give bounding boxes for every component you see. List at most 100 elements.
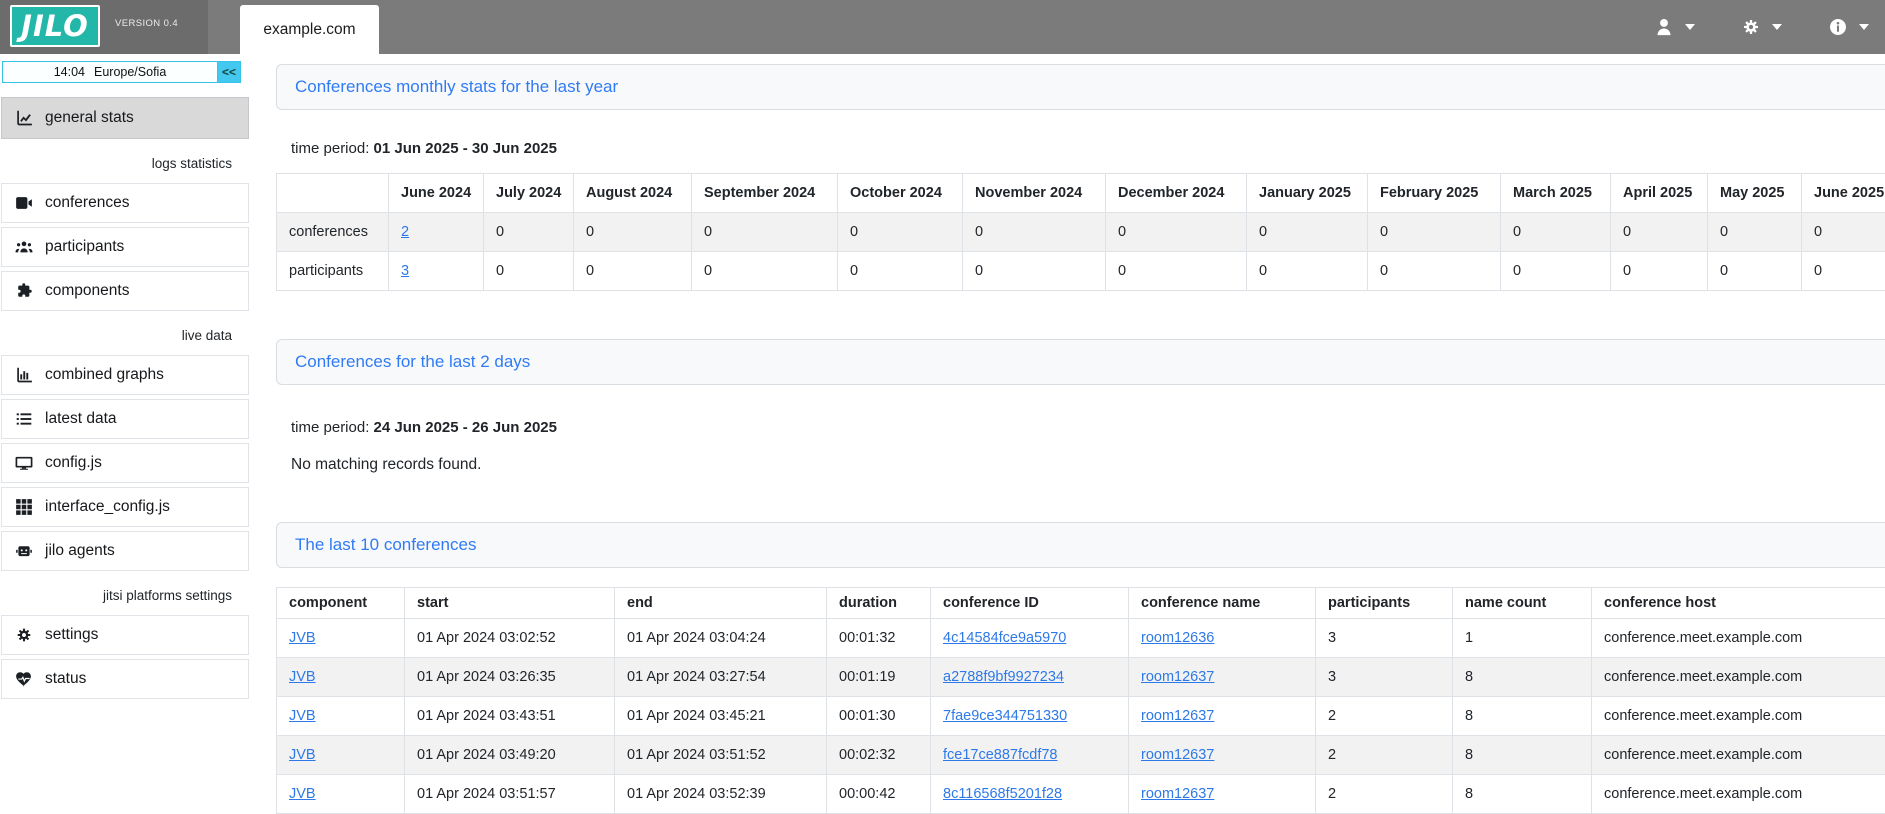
- component-link[interactable]: JVB: [289, 786, 316, 802]
- sidebar-item-label: combined graphs: [45, 366, 164, 384]
- sidebar-item-participants[interactable]: participants: [1, 227, 249, 267]
- monthly-value-cell: 0: [963, 252, 1106, 291]
- table-row: JVB 01 Apr 2024 03:51:57 01 Apr 2024 03:…: [277, 775, 1885, 814]
- monthly-value-cell: 0: [1611, 213, 1708, 252]
- users-icon: [15, 238, 33, 256]
- participants-cell: 3: [1316, 658, 1453, 697]
- participants-cell: 2: [1316, 736, 1453, 775]
- sidebar-item-combined-graphs[interactable]: combined graphs: [1, 355, 249, 395]
- user-menu[interactable]: [1654, 17, 1695, 37]
- monthly-value-cell: 0: [692, 252, 838, 291]
- component-link[interactable]: JVB: [289, 747, 316, 763]
- end-cell: 01 Apr 2024 03:04:24: [615, 619, 827, 658]
- conference-id-cell: 4c14584fce9a5970: [931, 619, 1129, 658]
- sidebar-item-label: config.js: [45, 454, 102, 472]
- time-period-value: 01 Jun 2025 - 30 Jun 2025: [374, 140, 557, 157]
- monthly-stats-table: June 2024July 2024August 2024September 2…: [276, 173, 1885, 291]
- participants-cell: 2: [1316, 697, 1453, 736]
- monthly-value-cell: 0: [1247, 213, 1368, 252]
- name-count-cell: 8: [1453, 697, 1592, 736]
- monthly-value-cell: 0: [1368, 213, 1501, 252]
- sidebar-item-general-stats[interactable]: general stats: [1, 97, 249, 139]
- settings-menu[interactable]: [1741, 17, 1782, 37]
- sidebar-item-label: conferences: [45, 194, 129, 212]
- month-column-header: December 2024: [1106, 174, 1247, 213]
- start-cell: 01 Apr 2024 03:51:57: [405, 775, 615, 814]
- sidebar-item-latest-data[interactable]: latest data: [1, 399, 249, 439]
- table-row: JVB 01 Apr 2024 03:49:20 01 Apr 2024 03:…: [277, 736, 1885, 775]
- conference-id-link[interactable]: 4c14584fce9a5970: [943, 630, 1066, 646]
- monthly-value-cell: 0: [838, 252, 963, 291]
- last10-column-header: start: [405, 588, 615, 619]
- conference-name-cell: room12637: [1129, 775, 1316, 814]
- end-cell: 01 Apr 2024 03:52:39: [615, 775, 827, 814]
- monthly-value-cell: 0: [1802, 252, 1885, 291]
- top-bar: JILO VERSION 0.4 example.com: [0, 0, 1885, 54]
- bar-chart-icon: [15, 366, 33, 384]
- monthly-time-period: time period: 01 Jun 2025 - 30 Jun 2025: [291, 140, 1885, 157]
- chevron-down-icon: [1859, 24, 1869, 30]
- last10-column-header: component: [277, 588, 405, 619]
- monthly-value-cell: 0: [574, 252, 692, 291]
- last-10-conferences-title-link[interactable]: The last 10 conferences: [295, 535, 476, 555]
- robot-icon: [15, 542, 33, 560]
- start-cell: 01 Apr 2024 03:43:51: [405, 697, 615, 736]
- monthly-value-cell: 0: [1501, 252, 1611, 291]
- monthly-header-row: June 2024July 2024August 2024September 2…: [277, 174, 1885, 213]
- participants-count-link[interactable]: 3: [401, 263, 409, 279]
- component-cell: JVB: [277, 775, 405, 814]
- monthly-value-cell: 0: [1501, 213, 1611, 252]
- card-monthly-stats-header: Conferences monthly stats for the last y…: [276, 64, 1885, 110]
- name-count-cell: 8: [1453, 775, 1592, 814]
- sidebar-item-settings[interactable]: settings: [1, 615, 249, 655]
- conference-id-link[interactable]: fce17ce887fcdf78: [943, 747, 1057, 763]
- start-cell: 01 Apr 2024 03:02:52: [405, 619, 615, 658]
- sidebar-item-interface-config-js[interactable]: interface_config.js: [1, 487, 249, 527]
- component-link[interactable]: JVB: [289, 669, 316, 685]
- duration-cell: 00:02:32: [827, 736, 931, 775]
- component-link[interactable]: JVB: [289, 630, 316, 646]
- top-bar-menus: [1654, 0, 1869, 54]
- conference-name-link[interactable]: room12637: [1141, 708, 1214, 724]
- conference-name-cell: room12637: [1129, 736, 1316, 775]
- clock-display: 14:04 Europe/Sofia: [2, 61, 218, 83]
- sidebar-item-components[interactable]: components: [1, 271, 249, 311]
- jilo-logo[interactable]: JILO: [10, 5, 100, 47]
- component-link[interactable]: JVB: [289, 708, 316, 724]
- sidebar-item-label: latest data: [45, 410, 117, 428]
- name-count-cell: 8: [1453, 658, 1592, 697]
- sidebar-item-label: jilo agents: [45, 542, 115, 560]
- row-label: participants: [277, 252, 389, 291]
- conferences-count-link[interactable]: 2: [401, 224, 409, 240]
- sidebar-item-status[interactable]: status: [1, 659, 249, 699]
- monthly-value-cell: 0: [484, 213, 574, 252]
- monthly-value-cell: 0: [1106, 252, 1247, 291]
- monthly-stats-title-link[interactable]: Conferences monthly stats for the last y…: [295, 77, 618, 97]
- conference-id-link[interactable]: a2788f9bf9927234: [943, 669, 1064, 685]
- conference-name-link[interactable]: room12636: [1141, 630, 1214, 646]
- month-column-header: August 2024: [574, 174, 692, 213]
- month-column-header: July 2024: [484, 174, 574, 213]
- collapse-sidebar-button[interactable]: <<: [218, 61, 241, 83]
- last10-column-header: conference ID: [931, 588, 1129, 619]
- last-2-days-title-link[interactable]: Conferences for the last 2 days: [295, 352, 530, 372]
- chevron-down-icon: [1772, 24, 1782, 30]
- conference-name-link[interactable]: room12637: [1141, 747, 1214, 763]
- month-column-header: October 2024: [838, 174, 963, 213]
- month-column-header: April 2025: [1611, 174, 1708, 213]
- conference-name-link[interactable]: room12637: [1141, 669, 1214, 685]
- sidebar-item-config-js[interactable]: config.js: [1, 443, 249, 483]
- sidebar-item-conferences[interactable]: conferences: [1, 183, 249, 223]
- info-menu[interactable]: [1828, 17, 1869, 37]
- participants-cell: 2: [1316, 775, 1453, 814]
- tab-example-com[interactable]: example.com: [240, 5, 379, 54]
- monthly-value-cell: 0: [1247, 252, 1368, 291]
- conference-id-link[interactable]: 7fae9ce344751330: [943, 708, 1067, 724]
- section-label-jitsi-platforms-settings: jitsi platforms settings: [0, 575, 248, 615]
- conference-name-link[interactable]: room12637: [1141, 786, 1214, 802]
- time-period-label: time period:: [291, 140, 369, 157]
- conference-id-link[interactable]: 8c116568f5201f28: [943, 786, 1062, 802]
- start-cell: 01 Apr 2024 03:49:20: [405, 736, 615, 775]
- monthly-value-cell: 0: [1708, 252, 1802, 291]
- sidebar-item-jilo-agents[interactable]: jilo agents: [1, 531, 249, 571]
